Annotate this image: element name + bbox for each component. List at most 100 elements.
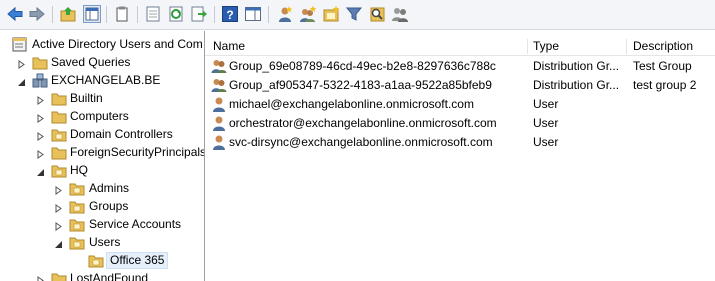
details-list: Name Type Description Group_69e08789-46c… <box>205 31 715 281</box>
tree-item-label: HQ <box>70 163 88 177</box>
expand-arrow-icon[interactable] <box>54 220 63 231</box>
ou-icon <box>69 235 85 250</box>
expand-arrow-icon[interactable] <box>17 58 26 69</box>
user-icon <box>211 134 227 150</box>
user-icon <box>211 115 227 131</box>
expand-arrow-icon[interactable] <box>36 112 45 123</box>
cell-description: Test Group <box>633 59 692 73</box>
tree-item-label: Active Directory Users and Com <box>32 37 203 51</box>
cell-type: User <box>533 97 559 111</box>
expand-arrow-icon[interactable] <box>36 148 45 159</box>
cell-name: Group_69e08789-46cd-49ec-b2e8-8297636c78… <box>229 59 496 73</box>
column-header-name[interactable]: Name <box>213 36 245 56</box>
create-group-icon[interactable] <box>299 5 317 23</box>
show-hide-action-pane-icon[interactable] <box>244 5 262 23</box>
create-user-icon[interactable] <box>276 5 294 23</box>
tree-item-label: Office 365 <box>106 252 169 269</box>
expand-arrow-icon[interactable] <box>36 94 45 105</box>
expand-arrow-icon[interactable] <box>54 202 63 213</box>
folder-icon <box>51 271 67 281</box>
user-icon <box>211 96 227 112</box>
tree-item-root[interactable]: Active Directory Users and Com <box>0 36 204 54</box>
folder-icon <box>51 109 67 124</box>
ou-icon <box>51 127 67 142</box>
ou-icon <box>69 217 85 232</box>
list-row[interactable]: Group_69e08789-46cd-49ec-b2e8-8297636c78… <box>205 57 715 76</box>
cell-description: test group 2 <box>633 78 697 92</box>
folder-icon <box>51 145 67 160</box>
tree-item-label: LostAndFound <box>70 271 149 281</box>
ou-icon <box>88 253 104 268</box>
tree-item-computers[interactable]: Computers <box>0 108 204 126</box>
tree-item-saved-queries[interactable]: Saved Queries <box>0 54 204 72</box>
domain-icon <box>32 73 48 88</box>
group-icon <box>211 58 227 74</box>
cell-type: Distribution Gr... <box>533 59 620 73</box>
tree-item-admins[interactable]: Admins <box>0 180 204 198</box>
tree-item-domain-controllers[interactable]: Domain Controllers <box>0 126 204 144</box>
up-folder-icon[interactable] <box>59 5 77 23</box>
tree-item-label: Users <box>89 235 121 249</box>
back-icon[interactable] <box>6 5 24 23</box>
collapse-arrow-icon[interactable] <box>36 166 45 176</box>
collapse-arrow-icon[interactable] <box>54 238 63 248</box>
tree-item-builtin[interactable]: Builtin <box>0 90 204 108</box>
expand-arrow-icon[interactable] <box>36 130 45 141</box>
tree-item-lost-and-found[interactable]: LostAndFound <box>0 270 204 281</box>
tree-item-foreign-security-principals[interactable]: ForeignSecurityPrincipals <box>0 144 204 162</box>
cell-type: User <box>533 135 559 149</box>
console-tree: Active Directory Users and Com Saved Que… <box>0 31 205 281</box>
delete-icon[interactable] <box>113 5 131 23</box>
ou-icon <box>69 181 85 196</box>
tree-item-label: Saved Queries <box>51 55 131 69</box>
list-row[interactable]: michael@exchangelabonline.onmicrosoft.co… <box>205 95 715 114</box>
tree-item-hq[interactable]: HQ <box>0 162 204 180</box>
toolbar: ? <box>0 0 715 30</box>
cell-name: michael@exchangelabonline.onmicrosoft.co… <box>229 97 474 111</box>
show-console-tree-icon[interactable] <box>83 5 101 23</box>
ou-icon <box>51 163 67 178</box>
tree-item-service-accounts[interactable]: Service Accounts <box>0 216 204 234</box>
cell-type: User <box>533 116 559 130</box>
cell-name: orchestrator@exchangelabonline.onmicroso… <box>229 116 497 130</box>
folder-icon <box>32 55 48 70</box>
forward-icon[interactable] <box>28 5 46 23</box>
cell-type: Distribution Gr... <box>533 78 620 92</box>
folder-icon <box>51 91 67 106</box>
tree-item-label: Builtin <box>70 91 103 105</box>
create-ou-icon[interactable] <box>322 5 340 23</box>
list-row[interactable]: orchestrator@exchangelabonline.onmicroso… <box>205 114 715 133</box>
group-icon <box>211 77 227 93</box>
cell-name: svc-dirsync@exchangelabonline.onmicrosof… <box>229 135 493 149</box>
properties-icon[interactable] <box>144 5 162 23</box>
cell-name: Group_af905347-5322-4183-a1aa-9522a85bfe… <box>229 78 492 92</box>
filter-icon[interactable] <box>345 5 363 23</box>
tree-item-label: ForeignSecurityPrincipals <box>70 145 205 159</box>
column-header-type[interactable]: Type <box>533 36 559 56</box>
find-icon[interactable] <box>368 5 386 23</box>
tree-item-label: Computers <box>70 109 129 123</box>
tree-item-users[interactable]: Users <box>0 234 204 252</box>
list-row[interactable]: Group_af905347-5322-4183-a1aa-9522a85bfe… <box>205 76 715 95</box>
svg-text:?: ? <box>226 8 233 22</box>
add-to-group-icon[interactable] <box>391 5 409 23</box>
list-row[interactable]: svc-dirsync@exchangelabonline.onmicrosof… <box>205 133 715 152</box>
tree-item-office-365[interactable]: Office 365 <box>0 252 204 270</box>
tree-item-domain[interactable]: EXCHANGELAB.BE <box>0 72 204 90</box>
tree-item-label: EXCHANGELAB.BE <box>51 73 161 87</box>
export-list-icon[interactable] <box>190 5 208 23</box>
help-icon[interactable]: ? <box>221 5 239 23</box>
ou-icon <box>69 199 85 214</box>
tree-item-label: Domain Controllers <box>70 127 173 141</box>
tree-item-label: Service Accounts <box>89 217 182 231</box>
collapse-arrow-icon[interactable] <box>17 76 26 86</box>
expand-arrow-icon[interactable] <box>54 184 63 195</box>
tree-item-label: Admins <box>89 181 130 195</box>
column-header-description[interactable]: Description <box>633 36 693 56</box>
refresh-icon[interactable] <box>167 5 185 23</box>
tree-item-label: Groups <box>89 199 129 213</box>
expand-arrow-icon[interactable] <box>36 274 45 281</box>
tree-item-groups[interactable]: Groups <box>0 198 204 216</box>
list-header: Name Type Description <box>205 36 715 56</box>
console-root-icon <box>12 37 28 52</box>
